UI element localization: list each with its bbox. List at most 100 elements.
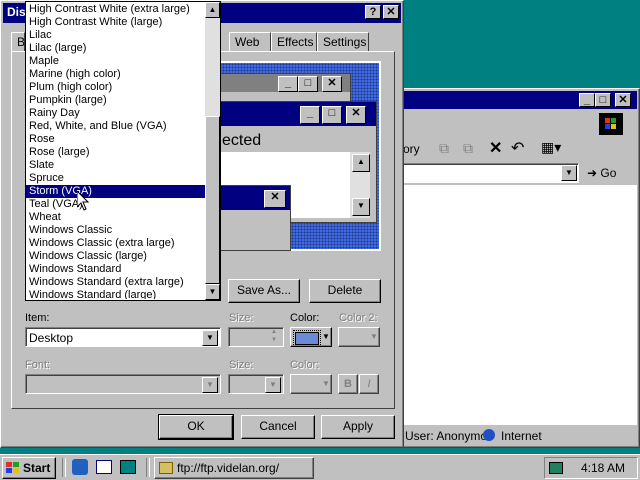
item-select[interactable]: Desktop ▼	[25, 327, 221, 347]
channels-icon[interactable]	[120, 460, 136, 474]
item-dropdown-arrow[interactable]: ▼	[202, 330, 218, 346]
views-icon[interactable]: ▦▾	[541, 139, 561, 156]
font-color-label: Color:	[290, 359, 320, 371]
system-tray: 4:18 AM	[544, 457, 638, 479]
folder-icon	[159, 462, 173, 474]
color-picker-button[interactable]: ▼	[290, 327, 332, 347]
help-button[interactable]: ?	[365, 5, 381, 19]
explorer-content	[401, 185, 637, 425]
scheme-list-item[interactable]: Windows Standard (extra large)	[26, 276, 205, 289]
status-user: User: Anonymo	[405, 429, 488, 443]
scheme-list-item[interactable]: Lilac	[26, 29, 205, 42]
scheme-list-item[interactable]: Marine (high color)	[26, 68, 205, 81]
clock[interactable]: 4:18 AM	[581, 461, 625, 475]
explorer-window: _ □ ✕ ory ⧉ ⧉ ✕ ↶ ▦▾ ▼ ➜ Go User: Anonym…	[398, 88, 640, 448]
font-color-button: ▼	[290, 374, 332, 394]
address-bar[interactable]: ▼	[401, 163, 579, 183]
scheme-list-item[interactable]: Pumpkin (large)	[26, 94, 205, 107]
scroll-down-button[interactable]: ▼	[205, 284, 220, 300]
scheme-list-item[interactable]: Slate	[26, 159, 205, 172]
save-as-button[interactable]: Save As...	[228, 279, 300, 303]
start-label: Start	[23, 461, 51, 475]
preview-scrollbar: ▲ ▼	[350, 152, 370, 218]
scroll-up-button[interactable]: ▲	[205, 2, 220, 18]
scheme-list-item[interactable]: High Contrast White (extra large)	[26, 3, 205, 16]
scheme-list-item[interactable]: Windows Standard (large)	[26, 289, 205, 299]
status-zone: Internet	[501, 429, 542, 443]
color-swatch	[293, 330, 321, 347]
undo-icon[interactable]: ↶	[511, 138, 524, 158]
scheme-dropdown-list[interactable]: High Contrast White (extra large) High Co…	[25, 1, 221, 301]
scheme-list-item[interactable]: Wheat	[26, 211, 205, 224]
scheme-list-items: High Contrast White (extra large) High Co…	[26, 3, 205, 299]
italic-button: I	[359, 374, 379, 394]
scheme-list-item[interactable]: Spruce	[26, 172, 205, 185]
scroll-thumb[interactable]	[205, 116, 220, 284]
quicklaunch-divider-2	[146, 458, 150, 477]
size-label: Size:	[229, 312, 254, 324]
cancel-button[interactable]: Cancel	[241, 415, 315, 439]
explorer-toolbar: ory ⧉ ⧉ ✕ ↶ ▦▾	[401, 137, 637, 161]
scheme-list-item[interactable]: Red, White, and Blue (VGA)	[26, 120, 205, 133]
dialog-close-button[interactable]: ✕	[383, 5, 399, 19]
color-dropdown-arrow-icon: ▼	[322, 332, 330, 341]
explorer-statusbar: User: Anonymo Internet	[401, 427, 637, 445]
ok-button[interactable]: OK	[158, 414, 234, 440]
go-button[interactable]: ➜ Go	[587, 163, 627, 183]
mouse-cursor	[76, 189, 90, 211]
history-button-label[interactable]: ory	[403, 142, 420, 156]
go-label: Go	[600, 166, 617, 180]
color-label: Color:	[290, 312, 320, 324]
taskbar-explorer-button[interactable]: ftp://ftp.videlan.org/	[154, 457, 314, 479]
globe-icon	[483, 429, 495, 441]
display-properties-dialog: Disp ? ✕ B Web Effects Settings _ □ ✕ _ …	[0, 0, 404, 448]
delete-icon[interactable]: ✕	[489, 138, 502, 158]
scheme-list-item[interactable]: High Contrast White (large)	[26, 16, 205, 29]
scheme-list-item[interactable]: Teal (VGA)	[26, 198, 205, 211]
scheme-list-item[interactable]: Windows Standard	[26, 263, 205, 276]
scheme-list-item[interactable]: Windows Classic (large)	[26, 250, 205, 263]
bold-button: B	[338, 374, 358, 394]
scheme-list-item[interactable]: Maple	[26, 55, 205, 68]
apply-button[interactable]: Apply	[321, 415, 395, 439]
show-desktop-icon[interactable]	[96, 460, 112, 474]
scheme-list-item[interactable]: Rainy Day	[26, 107, 205, 120]
minimize-button[interactable]: _	[579, 93, 595, 107]
windows-logo-icon	[6, 462, 20, 474]
preview-min: _	[278, 76, 298, 92]
preview-area: _ □ ✕ _ □ ✕ ected ▲ ▼ ✕	[203, 61, 381, 251]
scheme-list-item[interactable]: Plum (high color)	[26, 81, 205, 94]
scheme-scrollbar[interactable]: ▲ ▼	[205, 2, 220, 300]
scheme-list-item[interactable]: Rose (large)	[26, 146, 205, 159]
preview-selected-text: ected	[222, 132, 262, 149]
network-icon[interactable]	[549, 462, 563, 474]
maximize-button[interactable]: □	[595, 93, 611, 107]
tab-settings[interactable]: Settings	[317, 32, 369, 52]
address-dropdown[interactable]: ▼	[561, 165, 577, 181]
font-size-select: ▼	[228, 374, 284, 394]
delete-button[interactable]: Delete	[309, 279, 381, 303]
copy-to-icon[interactable]: ⧉	[463, 140, 473, 157]
item-value: Desktop	[29, 331, 74, 345]
start-button[interactable]: Start	[2, 457, 56, 479]
preview-active-close: ✕	[346, 106, 366, 124]
scheme-list-item[interactable]: Rose	[26, 133, 205, 146]
close-button[interactable]: ✕	[615, 93, 631, 107]
taskbar-task-label: ftp://ftp.videlan.org/	[177, 461, 280, 475]
scheme-list-item[interactable]: Windows Classic	[26, 224, 205, 237]
preview-active-min: _	[300, 106, 320, 124]
internet-explorer-icon[interactable]	[72, 459, 88, 475]
tab-effects[interactable]: Effects	[271, 32, 317, 52]
scheme-list-item[interactable]: Lilac (large)	[26, 42, 205, 55]
move-to-icon[interactable]: ⧉	[439, 140, 449, 157]
tab-web[interactable]: Web	[229, 32, 271, 52]
tab-background[interactable]: B	[11, 32, 25, 52]
preview-tab-strip: ected	[214, 130, 334, 152]
scheme-list-item[interactable]: Windows Classic (extra large)	[26, 237, 205, 250]
throbber-logo	[599, 113, 623, 135]
color2-picker-button: ▼	[338, 327, 380, 347]
font-label: Font:	[25, 359, 51, 371]
quicklaunch-divider	[62, 458, 66, 477]
scheme-list-item[interactable]: Storm (VGA)	[26, 185, 205, 198]
go-arrow-icon: ➜	[587, 166, 598, 180]
